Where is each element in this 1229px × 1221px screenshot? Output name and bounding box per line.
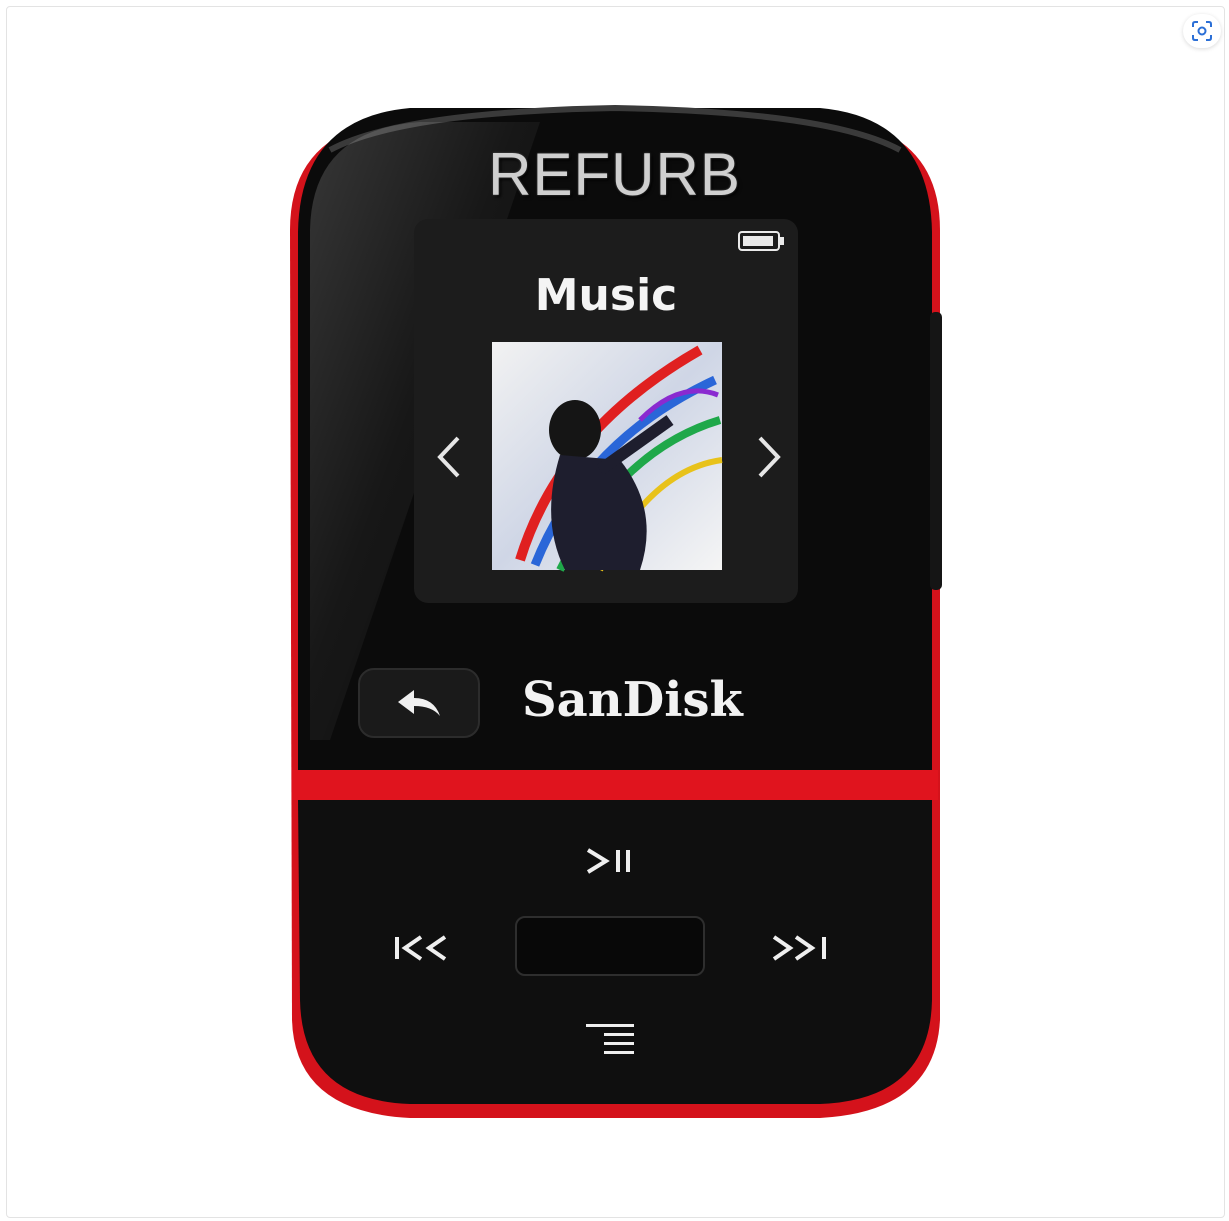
play-pause-button[interactable] (586, 846, 636, 876)
select-button[interactable] (515, 916, 705, 976)
battery-icon (738, 231, 784, 251)
visual-search-button[interactable] (1183, 14, 1221, 48)
visual-search-icon (1192, 21, 1212, 41)
previous-track-icon[interactable] (393, 934, 451, 962)
next-track-icon[interactable] (770, 934, 828, 962)
refurb-overlay: REFURB (488, 141, 741, 208)
chevron-right-icon[interactable] (754, 434, 784, 480)
chevron-left-icon[interactable] (434, 434, 464, 480)
screen-title: Music (534, 270, 678, 321)
menu-icon[interactable] (586, 1022, 636, 1058)
back-arrow-icon (398, 690, 440, 716)
accent-stripe (292, 770, 938, 800)
back-button[interactable] (358, 668, 480, 738)
brand-logo: SanDisk (522, 672, 743, 728)
